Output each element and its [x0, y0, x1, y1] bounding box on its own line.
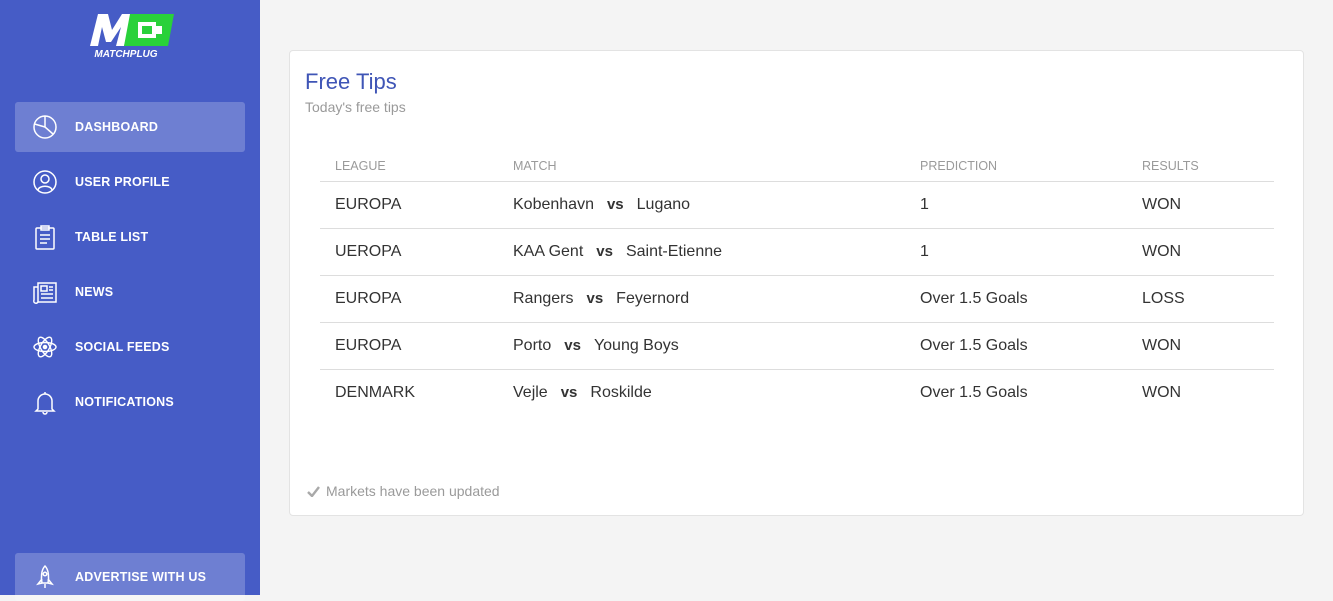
league-cell: UEROPA [320, 228, 498, 276]
pie-chart-icon [30, 112, 60, 142]
tips-table: LEAGUE MATCH PREDICTION RESULTS EUROPA K… [320, 151, 1274, 416]
away-team: Lugano [636, 196, 691, 213]
sidebar-item-news[interactable]: NEWS [15, 267, 245, 317]
home-team: Rangers [513, 290, 574, 307]
prediction-cell: 1 [905, 181, 1127, 229]
result-cell: WON [1142, 384, 1182, 401]
user-icon [30, 167, 60, 197]
advertise-button[interactable]: ADVERTISE WITH US [15, 553, 245, 601]
match-cell: Porto vs Young Boys [498, 322, 905, 370]
vs-label: vs [586, 290, 604, 307]
sidebar-item-notifications[interactable]: NOTIFICATIONS [15, 377, 245, 427]
atom-icon [30, 332, 60, 362]
league-cell: EUROPA [320, 322, 498, 370]
table-row: EUROPA Porto vs Young Boys Over 1.5 Goals … [320, 322, 1274, 370]
league-cell: DENMARK [335, 384, 416, 401]
sidebar-item-label: DASHBOARD [75, 120, 159, 134]
away-team: Feyernord [616, 290, 690, 307]
bell-icon [30, 387, 60, 417]
match-cell: Kobenhavn vs Lugano [498, 181, 905, 229]
sidebar-nav: DASHBOARD USER PROFILE TABLE LIST NEWS S… [15, 102, 245, 432]
prediction-cell: Over 1.5 Goals [905, 322, 1127, 370]
vs-label: vs [596, 243, 613, 260]
logo-mark-icon [90, 14, 174, 46]
league-cell: EUROPA [320, 181, 498, 229]
home-team: Kobenhavn [513, 196, 594, 213]
column-header-league: LEAGUE [320, 151, 498, 182]
table-row: EUROPA Kobenhavn vs Lugano 1 WON [320, 181, 1274, 229]
clipboard-icon [30, 222, 60, 252]
sidebar-item-label: SOCIAL FEEDS [75, 340, 170, 354]
result-cell: WON [1127, 181, 1274, 229]
footer-status-text: Markets have been updated [326, 483, 500, 499]
away-team: Young Boys [593, 337, 679, 354]
match-cell: Vejle vs Roskilde [498, 370, 905, 417]
prediction-cell: Over 1.5 Goals [920, 384, 1028, 401]
league-cell: EUROPA [320, 275, 498, 323]
column-header-prediction: PREDICTION [905, 151, 1127, 182]
rocket-icon [30, 562, 60, 592]
away-team: Roskilde [590, 384, 652, 401]
newspaper-icon [30, 277, 60, 307]
prediction-cell: Over 1.5 Goals [905, 275, 1127, 323]
card-title: Free Tips [305, 69, 397, 94]
sidebar-item-social-feeds[interactable]: SOCIAL FEEDS [15, 322, 245, 372]
sidebar-item-label: NOTIFICATIONS [75, 395, 174, 409]
check-icon [307, 485, 320, 497]
sidebar-item-table-list[interactable]: TABLE LIST [15, 212, 245, 262]
home-team: KAA Gent [513, 243, 584, 260]
match-cell: Rangers vs Feyernord [498, 275, 905, 323]
matchplug-logo[interactable]: MATCHPLUG [84, 12, 176, 64]
sidebar: MATCHPLUG DASHBOARD USER PROFILE TABLE L… [0, 0, 260, 601]
column-header-match: MATCH [498, 151, 905, 182]
vs-label: vs [560, 384, 578, 401]
card-subtitle: Today's free tips [305, 99, 406, 115]
result-cell: LOSS [1127, 275, 1274, 323]
prediction-cell: 1 [905, 228, 1127, 276]
table-row: DENMARK Vejle vs Roskilde Over 1.5 Goals W… [320, 370, 1274, 417]
home-team: Porto [513, 337, 552, 354]
result-cell: WON [1127, 322, 1274, 370]
result-cell: WON [1127, 228, 1274, 276]
sidebar-item-label: USER PROFILE [75, 175, 170, 189]
vs-label: vs [564, 337, 581, 354]
sidebar-item-label: NEWS [75, 285, 114, 299]
sidebar-item-dashboard[interactable]: DASHBOARD [15, 102, 245, 152]
table-row: EUROPA Rangers vs Feyernord Over 1.5 Goals… [320, 275, 1274, 323]
card-footer: Markets have been updated [307, 483, 500, 499]
free-tips-card: Free Tips Today's free tips LEAGUE MATCH… [289, 50, 1304, 516]
vs-label: vs [606, 196, 624, 213]
sidebar-item-label: TABLE LIST [75, 230, 149, 244]
away-team: Saint-Etienne [625, 243, 723, 260]
column-header-results: RESULTS [1127, 151, 1274, 182]
table-header-row: LEAGUE MATCH PREDICTION RESULTS [320, 151, 1274, 182]
logo-text: MATCHPLUG [94, 49, 158, 60]
match-cell: KAA Gent vs Saint-Etienne [498, 228, 905, 276]
home-team: Vejle [513, 384, 548, 401]
table-row: UEROPA KAA Gent vs Saint-Etienne 1 WON [320, 228, 1274, 276]
sidebar-item-user-profile[interactable]: USER PROFILE [15, 157, 245, 207]
advertise-label: ADVERTISE WITH US [75, 570, 207, 584]
